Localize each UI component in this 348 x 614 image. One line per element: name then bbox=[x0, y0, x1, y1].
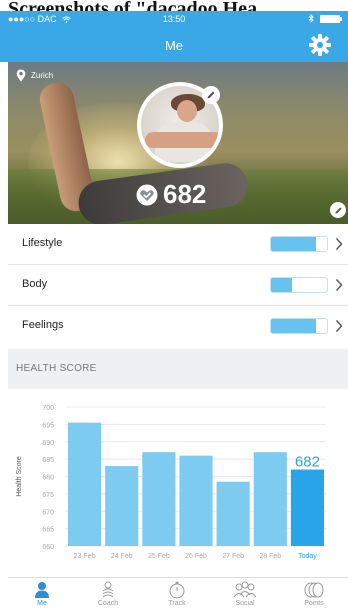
heart-check-icon bbox=[136, 184, 158, 205]
category-progress-bar bbox=[270, 236, 328, 252]
location-label: Zurich bbox=[16, 69, 53, 82]
tab-coach[interactable]: Coach bbox=[78, 581, 138, 607]
tab-points[interactable]: Points bbox=[284, 581, 344, 607]
health-score-chart-svg: 700 695 690 685 680 675 670 665 660 Health Score 2… bbox=[16, 405, 326, 560]
category-label: Lifestyle bbox=[22, 237, 63, 249]
tab-label: Track bbox=[168, 600, 186, 607]
category-progress-bar bbox=[270, 318, 328, 334]
y-axis-label: Health Score bbox=[16, 456, 23, 497]
edit-avatar-button[interactable] bbox=[202, 86, 220, 104]
tab-label: Coach bbox=[97, 600, 119, 607]
avatar-face bbox=[177, 100, 197, 122]
bar bbox=[216, 481, 250, 546]
category-progress-bar bbox=[270, 277, 328, 293]
health-score-value: 682 bbox=[163, 179, 207, 209]
chevron-right-icon bbox=[335, 279, 343, 291]
status-bar: ●●●○○ DAC 13:50 bbox=[0, 11, 348, 28]
pencil-icon bbox=[207, 91, 215, 99]
y-tick-label: 675 bbox=[42, 492, 54, 499]
data-label: 682 bbox=[295, 454, 320, 471]
category-label: Feelings bbox=[22, 319, 64, 331]
tab-label: Social bbox=[235, 600, 255, 607]
tab-label: Points bbox=[304, 600, 324, 607]
location-text: Zurich bbox=[31, 71, 54, 80]
y-tick-label: 665 bbox=[42, 527, 54, 534]
category-progress-fill bbox=[271, 278, 293, 292]
x-tick-label: 27 Feb bbox=[222, 553, 244, 560]
bar bbox=[290, 469, 324, 546]
status-right bbox=[308, 14, 342, 23]
tab-label: Me bbox=[37, 600, 47, 607]
x-tick-label: 28 Feb bbox=[259, 553, 281, 560]
tab-me[interactable]: Me bbox=[12, 581, 72, 607]
health-score-chart: 700 695 690 685 680 675 670 665 660 Health Score 2… bbox=[8, 389, 348, 577]
bar bbox=[105, 466, 139, 546]
y-tick-label: 660 bbox=[42, 544, 54, 551]
tab-social[interactable]: Social bbox=[215, 581, 275, 607]
y-tick-label: 670 bbox=[42, 509, 54, 516]
gear-icon[interactable] bbox=[308, 33, 332, 57]
y-tick-label: 695 bbox=[42, 422, 54, 429]
health-score-title: HEALTH SCORE bbox=[16, 363, 97, 374]
health-score-header: HEALTH SCORE bbox=[8, 349, 348, 389]
status-time: 13:50 bbox=[162, 14, 186, 24]
tab-track[interactable]: Track bbox=[147, 581, 207, 607]
people-icon bbox=[233, 581, 257, 598]
chevron-right-icon bbox=[335, 320, 343, 332]
profile-hero: Zurich 682 bbox=[8, 62, 348, 224]
health-score-badge: 682 bbox=[136, 179, 206, 210]
x-tick-label: 26 Feb bbox=[185, 553, 207, 560]
coins-icon bbox=[304, 582, 324, 598]
battery-icon bbox=[320, 14, 342, 23]
category-label: Body bbox=[22, 278, 48, 290]
person-icon bbox=[35, 582, 49, 598]
category-row-lifestyle[interactable]: Lifestyle bbox=[8, 224, 348, 265]
stopwatch-icon bbox=[169, 581, 185, 599]
bar bbox=[68, 422, 102, 546]
y-tick-label: 690 bbox=[42, 440, 54, 447]
tab-bar: Me Coach Track Social Points bbox=[8, 577, 348, 614]
category-row-body[interactable]: Body bbox=[8, 265, 348, 306]
avatar-arms bbox=[145, 132, 219, 148]
y-tick-label: 700 bbox=[42, 405, 54, 412]
bluetooth-icon bbox=[308, 14, 314, 23]
pencil-icon bbox=[334, 206, 342, 214]
y-tick-label: 680 bbox=[42, 475, 54, 482]
x-tick-label: 24 Feb bbox=[111, 553, 133, 560]
edit-cover-button[interactable] bbox=[330, 202, 346, 218]
category-row-feelings[interactable]: Feelings bbox=[8, 306, 348, 349]
location-pin-icon bbox=[16, 69, 26, 82]
y-tick-label: 685 bbox=[42, 457, 54, 464]
bar bbox=[142, 452, 176, 546]
chevron-right-icon bbox=[335, 238, 343, 250]
coach-icon bbox=[102, 581, 114, 598]
category-progress-fill bbox=[271, 237, 316, 251]
bar bbox=[253, 452, 287, 546]
nav-bar: Me bbox=[0, 28, 348, 62]
x-tick-label: 25 Feb bbox=[148, 553, 170, 560]
page-title: Me bbox=[164, 38, 184, 53]
x-tick-label: Today bbox=[298, 553, 317, 560]
x-tick-label: 23 Feb bbox=[74, 553, 96, 560]
caption-text: Screenshots of "dacadoo Hea bbox=[0, 0, 348, 11]
bar bbox=[179, 455, 213, 546]
category-progress-fill bbox=[271, 319, 316, 333]
